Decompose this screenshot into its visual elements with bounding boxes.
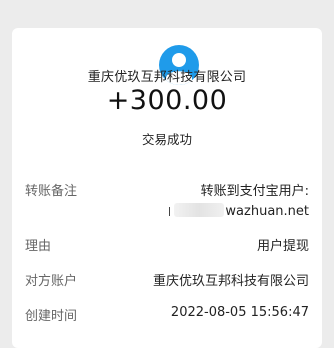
- remark-value-line2-row: wazhuan.net: [169, 203, 309, 219]
- transaction-amount: +300.00: [106, 85, 228, 116]
- remark-value-line2: wazhuan.net: [225, 204, 309, 219]
- remark-label: 转账备注: [25, 184, 78, 199]
- counterparty-account-value: 重庆优玖互邦科技有限公司: [152, 274, 309, 289]
- remark-value-line1: 转账到支付宝用户:: [200, 184, 309, 199]
- reason-value: 用户提现: [256, 239, 309, 254]
- text-cursor-mark: [169, 207, 171, 216]
- created-time-value: 2022-08-05 15:56:47: [170, 305, 309, 320]
- created-time-label: 创建时间: [25, 309, 78, 324]
- redacted-area: [174, 203, 225, 217]
- counterparty-account-label: 对方账户: [25, 274, 78, 289]
- reason-label: 理由: [25, 239, 52, 254]
- counterparty-name: 重庆优玖互邦科技有限公司: [87, 70, 247, 85]
- transaction-status: 交易成功: [141, 132, 192, 147]
